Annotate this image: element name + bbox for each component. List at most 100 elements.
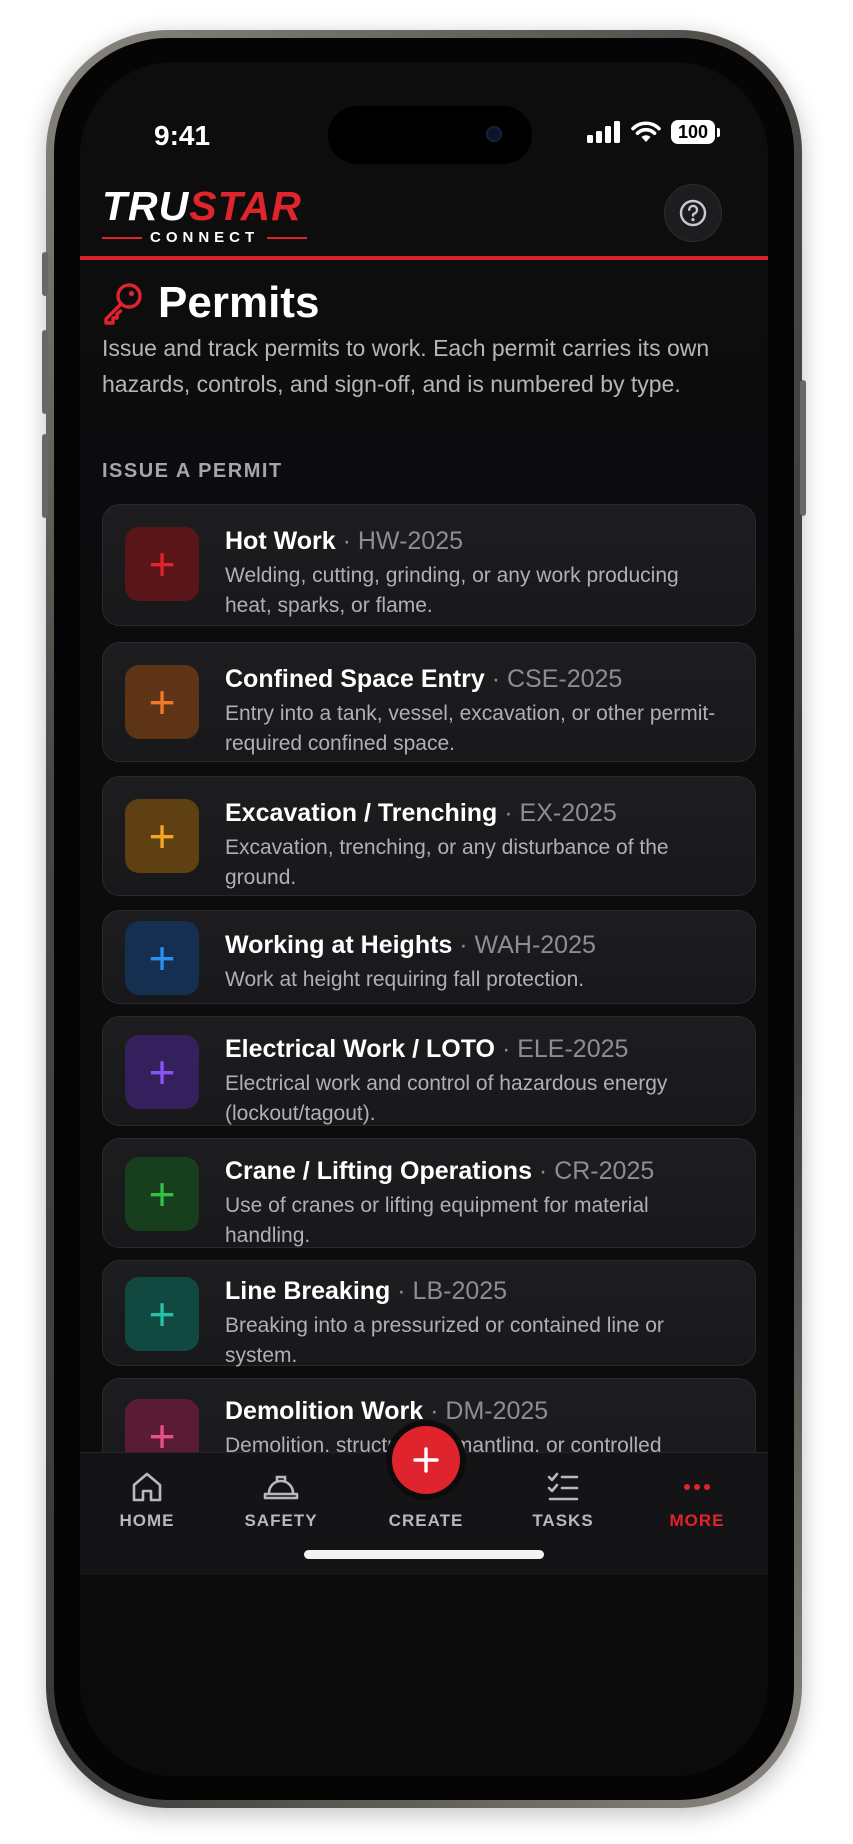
permit-description: Electrical work and control of hazardous… <box>225 1072 668 1125</box>
phone-frame: 9:41 100 TRUSTAR CONNECT Permits Issue a… <box>42 30 806 1808</box>
help-button[interactable] <box>664 184 722 242</box>
permit-code: · CSE-2025 <box>484 665 623 693</box>
permit-title: Confined Space Entry <box>225 665 485 693</box>
permit-description: Use of cranes or lifting equipment for m… <box>225 1194 649 1247</box>
trustar-connect-logo: TRUSTAR CONNECT <box>102 186 308 246</box>
permit-title: Working at Heights <box>225 931 453 959</box>
permit-title-line: Electrical Work / LOTO · ELE-2025 <box>225 1033 731 1065</box>
plus-icon <box>413 1447 439 1473</box>
power-button <box>800 380 806 516</box>
logo-tru: TRU <box>102 183 190 229</box>
permit-card-line-breaking[interactable]: + Line Breaking · LB-2025 Breaking into … <box>102 1260 756 1367</box>
header-divider <box>80 256 768 260</box>
question-circle-icon <box>679 199 707 227</box>
permit-description: Welding, cutting, grinding, or any work … <box>225 564 679 617</box>
permit-text: Confined Space Entry · CSE-2025 Entry in… <box>225 663 731 759</box>
plus-icon: + <box>148 676 176 728</box>
permit-code: · CR-2025 <box>531 1157 655 1185</box>
permit-code: · WAH-2025 <box>452 931 596 959</box>
cellular-signal-icon <box>587 121 620 143</box>
plus-icon: + <box>148 1046 176 1098</box>
tab-safety[interactable]: SAFETY <box>226 1471 336 1531</box>
wifi-icon <box>631 121 661 142</box>
phone-bezel: 9:41 100 TRUSTAR CONNECT Permits Issue a… <box>54 38 794 1800</box>
logo-line-right <box>267 236 308 239</box>
permit-title-line: Hot Work · HW-2025 <box>225 525 731 557</box>
permit-text: Working at Heights · WAH-2025 Work at he… <box>225 929 731 995</box>
permit-icon-electrical: + <box>125 1035 199 1109</box>
permit-code: · ELE-2025 <box>495 1035 629 1063</box>
permit-description: Breaking into a pressurized or contained… <box>225 1314 664 1367</box>
permit-icon-line-breaking: + <box>125 1277 199 1351</box>
plus-icon: + <box>148 1168 176 1220</box>
page-title-row: Permits <box>102 278 319 328</box>
volume-up-button <box>42 330 48 414</box>
permit-title-line: Line Breaking · LB-2025 <box>225 1275 731 1307</box>
status-icons: 100 <box>587 120 720 144</box>
page-intro: Issue and track permits to work. Each pe… <box>102 335 710 397</box>
permit-text: Crane / Lifting Operations · CR-2025 Use… <box>225 1155 731 1251</box>
logo-wordmark: TRUSTAR <box>102 186 307 227</box>
section-label: ISSUE A PERMIT <box>102 460 283 482</box>
key-icon <box>104 283 142 325</box>
permit-title-line: Working at Heights · WAH-2025 <box>225 929 731 961</box>
permit-card-electrical-loto[interactable]: + Electrical Work / LOTO · ELE-2025 Elec… <box>102 1016 756 1126</box>
permit-text: Line Breaking · LB-2025 Breaking into a … <box>225 1275 731 1371</box>
permit-title: Excavation / Trenching <box>225 799 498 827</box>
logo-connect: CONNECT <box>150 229 260 246</box>
dynamic-island <box>328 106 532 164</box>
camera-icon <box>486 126 502 142</box>
logo-star: STAR <box>189 183 302 229</box>
permit-title: Crane / Lifting Operations <box>225 1157 532 1185</box>
logo-subtitle: CONNECT <box>102 229 308 246</box>
plus-icon: + <box>148 932 176 984</box>
logo-line-left <box>102 236 142 239</box>
permit-card-excavation-trenching[interactable]: + Excavation / Trenching · EX-2025 Excav… <box>102 776 756 896</box>
permit-card-confined-space-entry[interactable]: + Confined Space Entry · CSE-2025 Entry … <box>102 642 756 762</box>
permit-text: Electrical Work / LOTO · ELE-2025 Electr… <box>225 1033 731 1129</box>
permit-code: · LB-2025 <box>390 1277 508 1305</box>
plus-icon: + <box>148 810 176 862</box>
tab-more-label: MORE <box>669 1511 725 1530</box>
permit-title-line: Excavation / Trenching · EX-2025 <box>225 797 731 829</box>
permit-card-hot-work[interactable]: + Hot Work · HW-2025 Welding, cutting, g… <box>102 504 756 626</box>
battery-level: 100 <box>671 120 715 144</box>
plus-icon: + <box>148 1288 176 1340</box>
tab-create-label: CREATE <box>388 1511 464 1530</box>
permit-card-crane-lifting[interactable]: + Crane / Lifting Operations · CR-2025 U… <box>102 1138 756 1248</box>
screen: 9:41 100 TRUSTAR CONNECT Permits Issue a… <box>80 62 768 1776</box>
more-dots-icon <box>684 1484 710 1490</box>
home-indicator[interactable] <box>304 1550 544 1559</box>
permit-description: Work at height requiring fall protection… <box>225 968 585 991</box>
permit-description: Excavation, trenching, or any disturbanc… <box>225 836 669 889</box>
permit-icon-confined-space: + <box>125 665 199 739</box>
permit-text: Hot Work · HW-2025 Welding, cutting, gri… <box>225 525 731 621</box>
tab-home-label: HOME <box>119 1511 175 1530</box>
permit-icon-crane: + <box>125 1157 199 1231</box>
page-title: Permits <box>158 278 320 327</box>
volume-down-button <box>42 434 48 518</box>
permit-title: Demolition Work <box>225 1397 424 1425</box>
permit-icon-heights: + <box>125 921 199 995</box>
permit-title-line: Crane / Lifting Operations · CR-2025 <box>225 1155 731 1187</box>
permit-title-line: Confined Space Entry · CSE-2025 <box>225 663 731 695</box>
tab-home[interactable]: HOME <box>92 1471 202 1531</box>
task-list-icon <box>547 1472 579 1501</box>
permit-code: · DM-2025 <box>423 1397 549 1425</box>
battery-indicator: 100 <box>671 120 720 144</box>
permit-description: Entry into a tank, vessel, excavation, o… <box>225 702 716 755</box>
home-icon <box>132 1472 162 1502</box>
tab-tasks-label: TASKS <box>532 1511 594 1530</box>
permit-text: Excavation / Trenching · EX-2025 Excavat… <box>225 797 731 893</box>
permit-title: Electrical Work / LOTO <box>225 1035 495 1063</box>
tab-more[interactable]: MORE <box>642 1471 752 1531</box>
tab-tasks[interactable]: TASKS <box>508 1471 618 1531</box>
permit-title-line: Demolition Work · DM-2025 <box>225 1395 731 1427</box>
battery-cap <box>717 127 720 137</box>
permit-code: · HW-2025 <box>335 527 464 555</box>
create-button[interactable] <box>392 1426 460 1494</box>
plus-icon: + <box>148 538 176 590</box>
permit-code: · EX-2025 <box>497 799 617 827</box>
status-time: 9:41 <box>154 120 211 151</box>
permit-card-working-at-heights[interactable]: + Working at Heights · WAH-2025 Work at … <box>102 910 756 1004</box>
